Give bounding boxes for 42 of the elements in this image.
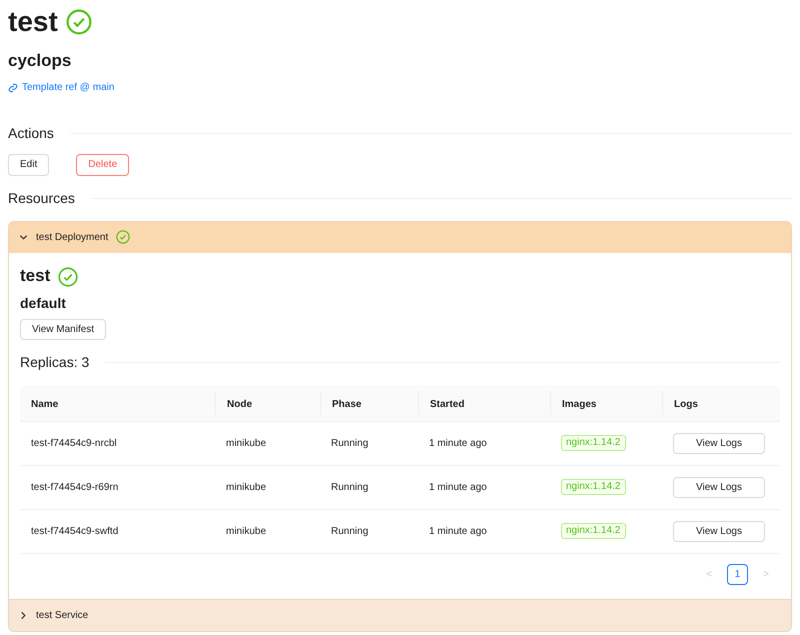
template-link[interactable]: Template ref @ main <box>8 80 114 95</box>
view-logs-button[interactable]: View Logs <box>673 432 765 454</box>
section-heading: Actions <box>8 124 54 142</box>
column-header: Images <box>562 398 596 410</box>
section-heading: Resources <box>8 188 75 208</box>
table-cell-text: 1 minute ago <box>428 524 488 538</box>
table-cell-text: minikube <box>225 524 268 538</box>
table-cell-text: minikube <box>225 480 268 494</box>
column-header: Node <box>227 398 252 410</box>
column-header: Name <box>31 398 58 410</box>
image-tag: nginx:1.14.2 <box>561 435 626 451</box>
view-logs-button[interactable]: View Logs <box>673 520 765 542</box>
panel-header[interactable]: test Deployment <box>9 222 791 252</box>
link-icon <box>8 82 18 92</box>
table-cell-text: test-f74454c9-r69rn <box>30 480 120 494</box>
panel-title: test Deployment <box>36 230 108 244</box>
table-cell-text: test-f74454c9-nrcbl <box>30 436 118 450</box>
chevron-icon <box>19 232 28 242</box>
namespace-title: cyclops <box>8 50 72 72</box>
table-cell-text: Running <box>330 524 370 538</box>
section-heading: Replicas: 3 <box>20 352 90 372</box>
image-tag: nginx:1.14.2 <box>561 523 626 539</box>
view-logs-button[interactable]: View Logs <box>673 476 765 498</box>
resource-name: test <box>20 264 50 286</box>
table-cell-text: 1 minute ago <box>428 480 488 494</box>
image-tag: nginx:1.14.2 <box>561 479 626 495</box>
panel-header[interactable]: test Service <box>9 600 791 630</box>
page-button[interactable]: 1 <box>727 564 748 584</box>
column-header: Logs <box>674 398 698 410</box>
column-header: Phase <box>332 398 362 410</box>
edit-button[interactable]: Edit <box>8 154 50 176</box>
table-cell-text: Running <box>330 480 370 494</box>
resource-namespace: default <box>20 294 67 312</box>
table-cell-text: Running <box>330 436 370 450</box>
table-cell-text: minikube <box>225 436 268 450</box>
table-cell-text: test-f74454c9-swftd <box>30 524 120 538</box>
chevron-icon <box>19 610 28 620</box>
view-manifest-button[interactable]: View Manifest <box>20 318 106 340</box>
page-title: test <box>8 5 58 39</box>
column-header: Started <box>430 398 464 410</box>
table-cell-text: 1 minute ago <box>428 436 488 450</box>
panel-title: test Service <box>36 608 88 622</box>
